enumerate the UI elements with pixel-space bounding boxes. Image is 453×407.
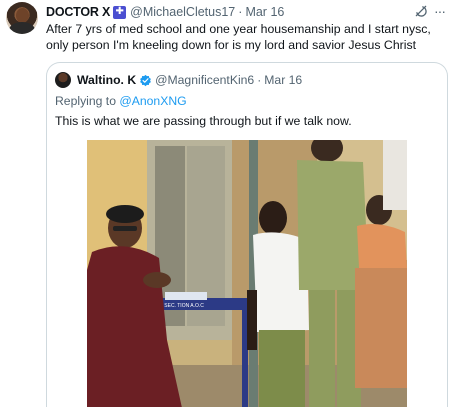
- replying-to-handle[interactable]: @AnonXNG: [119, 94, 186, 108]
- tweet[interactable]: DOCTOR X ✚ @MichaelCletus17 · Mar 16 ···…: [0, 0, 453, 407]
- author-name[interactable]: DOCTOR X: [46, 5, 110, 19]
- replying-to: Replying to @AnonXNG: [55, 94, 187, 108]
- photo-illustration: NYSC SEC. TION A.O.C: [87, 140, 407, 407]
- tweet-header: DOCTOR X ✚ @MichaelCletus17 · Mar 16: [46, 4, 284, 20]
- tweet-photo[interactable]: NYSC SEC. TION A.O.C: [87, 140, 407, 407]
- photo-man-leg: [309, 290, 335, 407]
- photo-woman-glasses: [113, 226, 137, 231]
- quoted-author-name[interactable]: Waltino. K: [77, 73, 136, 87]
- photo-corper-arm: [247, 290, 257, 350]
- quoted-header-separator: ·: [257, 73, 262, 87]
- photo-woman-hands: [143, 272, 171, 288]
- quoted-author-handle[interactable]: @MagnificentKin6: [155, 73, 254, 87]
- tweet-text: After 7 yrs of med school and one year h…: [46, 22, 431, 52]
- photo-papers: [165, 292, 207, 300]
- avatar-shoulders: [9, 22, 35, 34]
- quoted-tweet-text: This is what we are passing through but …: [55, 114, 352, 128]
- photo-corper-head: [259, 201, 287, 235]
- medical-staff-icon: ✚: [113, 5, 127, 19]
- author-avatar[interactable]: [6, 2, 38, 34]
- photo-right-desk: [355, 268, 407, 388]
- photo-far-right-person: [383, 140, 407, 210]
- photo-right-top: [357, 224, 407, 270]
- author-handle[interactable]: @MichaelCletus17: [130, 5, 235, 19]
- replying-to-label: Replying to: [55, 94, 116, 108]
- grok-icon[interactable]: [414, 4, 428, 18]
- tweet-date[interactable]: Mar 16: [245, 5, 284, 19]
- more-options-icon[interactable]: ···: [434, 3, 446, 19]
- quoted-tweet[interactable]: Waltino. K @MagnificentKin6 · Mar 16 Rep…: [46, 62, 448, 407]
- quoted-author-avatar[interactable]: [55, 72, 71, 88]
- photo-woman-cap: [106, 205, 144, 223]
- photo-corper-trousers: [259, 330, 305, 407]
- quoted-tweet-date[interactable]: Mar 16: [264, 73, 302, 87]
- verified-badge-icon: [140, 74, 152, 86]
- avatar-face: [16, 8, 29, 23]
- quoted-tweet-header: Waltino. K @MagnificentKin6 · Mar 16: [77, 72, 302, 88]
- header-separator: ·: [238, 5, 243, 19]
